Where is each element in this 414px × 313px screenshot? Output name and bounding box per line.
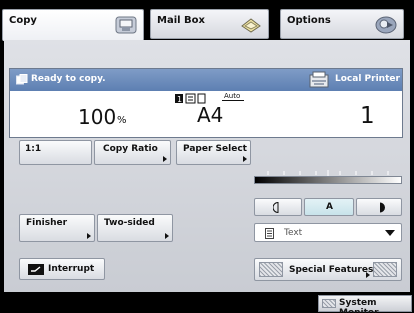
status-bar: System Monitor	[0, 293, 414, 313]
options-icon	[375, 16, 397, 34]
two-sided-button[interactable]: Two-sided	[97, 214, 173, 242]
document-icon	[265, 228, 274, 239]
copy-status-icon	[16, 74, 28, 85]
copy-ratio-label: Copy Ratio	[103, 144, 158, 154]
svg-text:1: 1	[177, 95, 182, 104]
tab-mail-box[interactable]: Mail Box	[150, 9, 269, 39]
status-body: 100 % 1 Auto A4 1	[10, 91, 402, 137]
zoom-unit: %	[117, 115, 127, 126]
mailbox-icon	[241, 18, 261, 33]
density-scale	[254, 176, 402, 184]
chevron-right-icon	[165, 233, 169, 239]
hatch-pattern-left	[259, 262, 283, 277]
interrupt-button[interactable]: Interrupt	[19, 258, 105, 280]
half-circle-light-icon	[273, 202, 279, 213]
tab-mail-box-label: Mail Box	[157, 15, 205, 26]
density-auto-label: A	[326, 202, 333, 212]
special-features-button[interactable]: Special Features	[254, 258, 402, 281]
interrupt-icon	[28, 264, 44, 275]
chevron-right-icon	[87, 233, 91, 239]
interrupt-label: Interrupt	[48, 264, 95, 274]
tab-copy[interactable]: Copy	[2, 9, 144, 41]
paper-select-button[interactable]: Paper Select	[176, 140, 251, 165]
density-auto-button[interactable]: A	[304, 198, 354, 216]
one-to-one-button[interactable]: 1:1	[19, 140, 92, 165]
system-monitor-hatch	[322, 299, 336, 308]
paper-mode-underline	[222, 100, 244, 101]
status-display: Ready to copy. Local Printer 100 % 1 Aut…	[9, 68, 403, 138]
copy-count: 1	[360, 103, 375, 129]
special-features-label: Special Features	[289, 265, 374, 275]
paper-select-label: Paper Select	[183, 144, 247, 154]
density-ticks	[267, 170, 389, 176]
tab-copy-label: Copy	[9, 15, 37, 26]
paper-mode: Auto	[224, 92, 241, 100]
original-type-select[interactable]: Text	[254, 223, 402, 242]
chevron-right-icon	[366, 272, 370, 278]
copy-ratio-button[interactable]: Copy Ratio	[94, 140, 171, 165]
tab-options[interactable]: Options	[280, 9, 404, 39]
two-sided-label: Two-sided	[104, 218, 155, 228]
paper-size: A4	[197, 103, 224, 127]
tab-options-label: Options	[287, 15, 331, 26]
chevron-down-icon	[385, 230, 395, 236]
system-monitor-button[interactable]: System Monitor	[318, 295, 412, 313]
copier-icon	[115, 16, 137, 34]
hatch-pattern-right	[373, 262, 397, 277]
chevron-right-icon	[243, 156, 247, 162]
chevron-right-icon	[163, 156, 167, 162]
finisher-label: Finisher	[26, 218, 68, 228]
one-to-one-label: 1:1	[25, 144, 42, 154]
finisher-button[interactable]: Finisher	[19, 214, 95, 242]
original-type-value: Text	[284, 228, 303, 238]
zoom-value: 100	[78, 105, 117, 129]
system-monitor-label: System Monitor	[339, 298, 379, 313]
half-circle-dark-icon	[380, 202, 385, 213]
status-header: Ready to copy. Local Printer	[10, 69, 402, 91]
status-message: Ready to copy.	[31, 74, 106, 84]
local-printer-icon	[309, 71, 329, 88]
density-lighter-button[interactable]	[254, 198, 302, 216]
printer-name: Local Printer	[335, 74, 400, 84]
density-darker-button[interactable]	[356, 198, 402, 216]
